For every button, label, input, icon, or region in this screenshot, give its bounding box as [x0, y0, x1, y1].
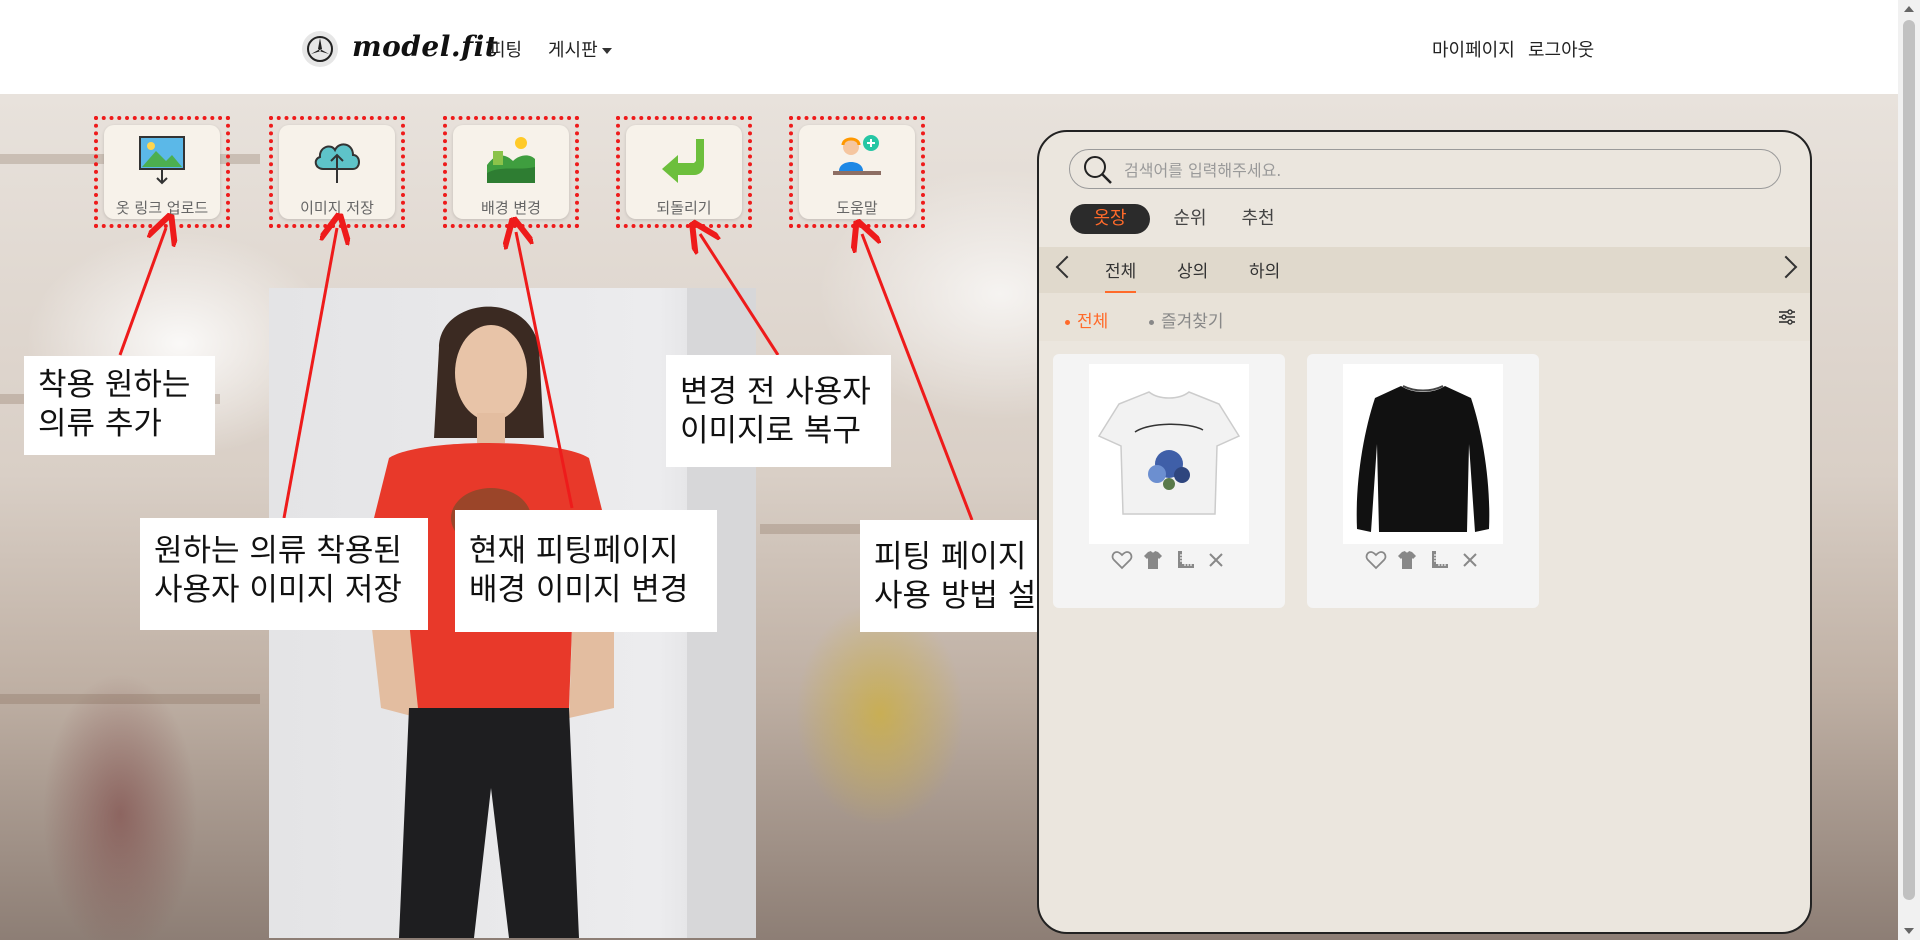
callout-add-clothes: 착용 원하는 의류 추가 [24, 356, 215, 455]
search-input[interactable] [1122, 158, 1766, 182]
clothing-card[interactable] [1053, 354, 1285, 608]
chevron-left-icon[interactable] [1055, 255, 1079, 279]
undo-button[interactable]: 되돌리기 [616, 116, 752, 228]
callout-undo: 변경 전 사용자 이미지로 복구 [666, 355, 891, 467]
callout-line: 이미지로 복구 [680, 413, 861, 449]
cloud-upload-icon [314, 143, 360, 183]
nav-board[interactable]: 게시판 [548, 36, 612, 62]
landscape-icon [487, 137, 535, 183]
callout-line: 사용자 이미지 저장 [154, 572, 402, 608]
tab-tops[interactable]: 상의 [1177, 257, 1208, 282]
shelf-blur [0, 694, 260, 704]
filter-all[interactable]: 전체 [1065, 307, 1108, 332]
help-button[interactable]: 도움말 [789, 116, 925, 228]
card-actions [1053, 548, 1285, 572]
tool-label: 이미지 저장 [300, 199, 374, 217]
tool-card: 옷 링크 업로드 [104, 125, 220, 219]
tool-card: 이미지 저장 [279, 125, 395, 219]
bullet-icon [1149, 319, 1154, 325]
logo-icon[interactable] [302, 31, 338, 67]
search-box[interactable] [1069, 149, 1781, 189]
tool-card: 도움말 [799, 125, 915, 219]
category-bar: 전체 상의 하의 [1039, 247, 1810, 295]
scroll-down-arrow-icon[interactable] [1904, 928, 1914, 934]
callout-line: 의류 추가 [38, 406, 162, 442]
callout-line: 현재 피팅페이지 [469, 533, 679, 569]
callout-line: 배경 이미지 변경 [469, 572, 689, 608]
tool-label: 되돌리기 [656, 199, 712, 217]
chevron-right-icon[interactable] [1774, 255, 1798, 279]
callout-line: 착용 원하는 [38, 367, 191, 403]
closet-panel: 옷장 순위 추천 전체 상의 하의 전체 즐겨찾기 [1037, 130, 1812, 934]
black-sweater-image[interactable] [1343, 364, 1503, 544]
undo-arrow-icon [662, 139, 704, 183]
white-tshirt-image[interactable] [1089, 364, 1249, 544]
tool-card: 배경 변경 [453, 125, 569, 219]
ruler-icon[interactable] [1427, 548, 1451, 572]
tshirt-icon[interactable] [1141, 548, 1165, 572]
top-navbar: model.fit 피팅 게시판 마이페이지 로그아웃 [0, 0, 1898, 94]
heart-icon[interactable] [1364, 548, 1388, 572]
tshirt-icon[interactable] [1395, 548, 1419, 572]
callout-line: 변경 전 사용자 [680, 374, 871, 410]
tool-label: 도움말 [836, 199, 878, 217]
ruler-icon[interactable] [1173, 548, 1197, 572]
tool-label: 옷 링크 업로드 [115, 199, 209, 217]
pill-ranking[interactable]: 순위 [1165, 204, 1215, 234]
close-icon[interactable] [1458, 548, 1482, 572]
filter-bar: 전체 즐겨찾기 [1039, 293, 1810, 341]
filter-label: 즐겨찾기 [1161, 312, 1224, 332]
pill-recommend[interactable]: 추천 [1233, 204, 1283, 234]
image-upload-icon [139, 136, 185, 185]
heart-icon[interactable] [1110, 548, 1134, 572]
card-actions [1307, 548, 1539, 572]
page-scrollbar[interactable] [1898, 0, 1920, 940]
scroll-thumb[interactable] [1903, 20, 1915, 900]
scroll-up-arrow-icon[interactable] [1904, 6, 1914, 12]
filter-favorites[interactable]: 즐겨찾기 [1149, 307, 1224, 332]
filter-label: 전체 [1077, 312, 1109, 332]
filter-settings-icon[interactable] [1778, 308, 1796, 326]
change-background-button[interactable]: 배경 변경 [443, 116, 579, 228]
search-icon[interactable] [1082, 154, 1114, 186]
chevron-down-icon [601, 48, 612, 54]
brand-name[interactable]: model.fit [352, 30, 498, 63]
callout-save-image: 원하는 의류 착용된 사용자 이미지 저장 [140, 518, 428, 630]
tool-card: 되돌리기 [626, 125, 742, 219]
pill-closet[interactable]: 옷장 [1070, 204, 1150, 234]
nav-board-label: 게시판 [548, 40, 598, 61]
tool-label: 배경 변경 [481, 199, 541, 217]
help-desk-icon [833, 135, 881, 175]
upload-clothes-link-button[interactable]: 옷 링크 업로드 [94, 116, 230, 228]
tab-all[interactable]: 전체 [1105, 257, 1137, 295]
clothing-card[interactable] [1307, 354, 1539, 608]
tab-bottoms[interactable]: 하의 [1249, 257, 1280, 282]
callout-change-background: 현재 피팅페이지 배경 이미지 변경 [455, 510, 717, 632]
nav-mypage[interactable]: 마이페이지 [1432, 36, 1515, 62]
close-icon[interactable] [1204, 548, 1228, 572]
nav-logout[interactable]: 로그아웃 [1528, 36, 1594, 62]
callout-line: 원하는 의류 착용된 [154, 533, 402, 569]
save-image-button[interactable]: 이미지 저장 [269, 116, 405, 228]
nav-fitting[interactable]: 피팅 [489, 36, 522, 62]
bullet-icon [1065, 319, 1070, 325]
